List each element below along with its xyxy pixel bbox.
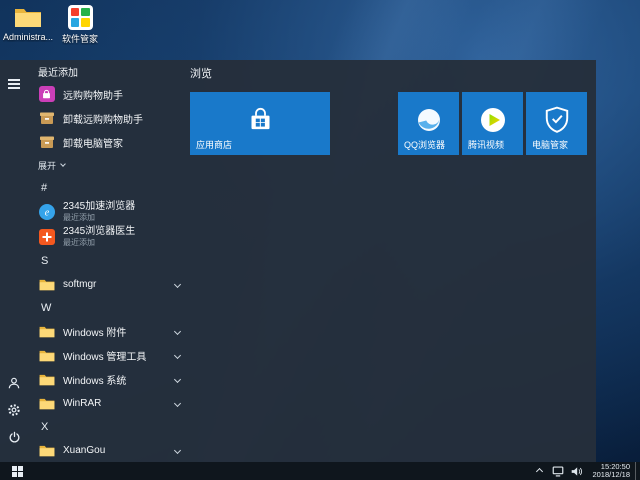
folder-icon [38, 276, 55, 293]
show-desktop-button[interactable] [635, 462, 640, 480]
app-item-label: 远购购物助手 [63, 87, 123, 102]
system-tray: 15:20:50 2018/12/18 [530, 462, 640, 480]
tile-tencent-video[interactable]: 腾讯视频 [462, 92, 523, 155]
chevron-down-icon [174, 351, 181, 358]
start-menu-rail [0, 60, 28, 463]
network-icon[interactable] [552, 466, 564, 477]
section-letter-x[interactable]: X [38, 415, 186, 438]
chevron-down-icon [174, 399, 181, 406]
desktop-icon-software-manager[interactable]: 软件管家 [52, 4, 108, 45]
start-button[interactable] [0, 462, 34, 480]
app-item-label: 卸载远购购物助手 [63, 111, 143, 126]
app-item-label: 卸载电脑管家 [63, 135, 123, 150]
section-letter-label: S [41, 255, 48, 267]
user-icon [7, 376, 21, 390]
folder-item-winrar[interactable]: WinRAR [38, 391, 186, 415]
section-letter-label: # [41, 182, 47, 194]
recent-added-header: 最近添加 [38, 66, 186, 82]
start-menu: 最近添加 远购购物助手 卸载远购购物助手 [0, 60, 596, 463]
app-item-label: 2345加速浏览器 [63, 201, 135, 213]
svg-text:e: e [44, 207, 49, 218]
medical-cross-icon [38, 228, 55, 245]
software-manager-icon [65, 4, 95, 30]
folder-item-windows-admin-tools[interactable]: Windows 管理工具 [38, 343, 186, 367]
shopping-bag-icon [38, 86, 55, 103]
section-letter-label: W [41, 302, 51, 314]
folder-icon [13, 4, 43, 30]
clock-date: 2018/12/18 [592, 471, 630, 479]
desktop-icon-label: Administra... [3, 32, 53, 42]
desktop-icon-administrator[interactable]: Administra... [0, 4, 56, 42]
tiles-area: 浏览 应用商店 [190, 60, 596, 463]
app-item-shopping-assistant[interactable]: 远购购物助手 [38, 82, 186, 106]
volume-icon[interactable] [570, 466, 583, 477]
app-item-2345-browser[interactable]: e 2345加速浏览器 最近添加 [38, 199, 186, 224]
section-letter-w[interactable]: W [38, 296, 186, 319]
app-item-text: 2345加速浏览器 最近添加 [63, 201, 135, 222]
folder-icon [38, 323, 55, 340]
gear-icon [7, 403, 21, 417]
chevron-down-icon [60, 161, 66, 167]
expand-label: 展开 [38, 159, 56, 172]
chevron-down-icon [174, 375, 181, 382]
app-item-2345-browser-doctor[interactable]: 2345浏览器医生 最近添加 [38, 224, 186, 249]
desktop-icon-label: 软件管家 [62, 32, 98, 45]
user-button[interactable] [4, 373, 24, 393]
taskbar: 15:20:50 2018/12/18 [0, 462, 640, 480]
taskbar-clock[interactable]: 15:20:50 2018/12/18 [592, 463, 630, 479]
tile-label: QQ浏览器 [404, 138, 445, 151]
uninstall-box-icon [38, 110, 55, 127]
app-list: 最近添加 远购购物助手 卸载远购购物助手 [28, 60, 186, 463]
power-button[interactable] [4, 427, 24, 447]
section-letter-s[interactable]: S [38, 249, 186, 272]
tile-label: 腾讯视频 [468, 138, 504, 151]
folder-item-label: Windows 附件 [63, 324, 126, 339]
folder-icon [38, 371, 55, 388]
tile-label: 应用商店 [196, 138, 232, 151]
tile-group-label[interactable]: 浏览 [190, 64, 212, 84]
app-item-subtitle: 最近添加 [63, 238, 135, 247]
folder-item-label: WinRAR [63, 398, 101, 409]
app-item-subtitle: 最近添加 [63, 213, 135, 222]
folder-item-label: softmgr [63, 279, 96, 290]
folder-item-windows-accessories[interactable]: Windows 附件 [38, 319, 186, 343]
folder-item-label: Windows 系统 [63, 372, 126, 387]
folder-icon [38, 395, 55, 412]
tile-pc-manager[interactable]: 电脑管家 [526, 92, 587, 155]
tile-qq-browser[interactable]: QQ浏览器 [398, 92, 459, 155]
menu-expand-button[interactable] [4, 74, 24, 94]
app-item-text: 2345浏览器医生 最近添加 [63, 226, 135, 247]
hamburger-icon [8, 77, 20, 91]
tile-app-store[interactable]: 应用商店 [190, 92, 330, 155]
tile-label: 电脑管家 [532, 138, 568, 151]
browser-globe-icon: e [38, 203, 55, 220]
app-item-uninstall-shopping-assistant[interactable]: 卸载远购购物助手 [38, 106, 186, 130]
chevron-down-icon [174, 327, 181, 334]
expand-button[interactable]: 展开 [38, 154, 186, 176]
app-item-label: 2345浏览器医生 [63, 226, 135, 238]
chevron-down-icon [174, 446, 181, 453]
uninstall-box-icon [38, 134, 55, 151]
folder-icon [38, 347, 55, 364]
section-letter-label: X [41, 421, 48, 433]
folder-icon [38, 442, 55, 459]
folder-item-label: Windows 管理工具 [63, 348, 146, 363]
folder-item-xuangou[interactable]: XuanGou [38, 438, 186, 462]
hidden-icons-chevron-icon[interactable] [536, 467, 543, 474]
chevron-down-icon [174, 280, 181, 287]
folder-item-softmgr[interactable]: softmgr [38, 272, 186, 296]
settings-button[interactable] [4, 400, 24, 420]
section-letter-hash[interactable]: # [38, 176, 186, 199]
folder-item-windows-system[interactable]: Windows 系统 [38, 367, 186, 391]
power-icon [8, 431, 21, 444]
windows-logo-icon [12, 466, 23, 477]
folder-item-label: XuanGou [63, 445, 105, 456]
app-item-uninstall-pc-manager[interactable]: 卸载电脑管家 [38, 130, 186, 154]
